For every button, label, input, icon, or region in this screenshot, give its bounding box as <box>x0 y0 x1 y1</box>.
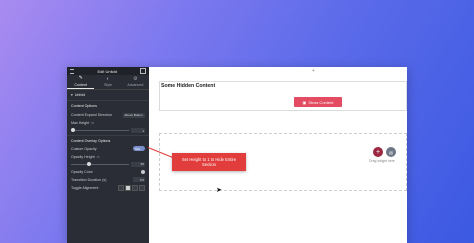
custom-opacity-label: Custom Opacity <box>71 146 97 151</box>
opacity-height-knob[interactable] <box>87 162 92 166</box>
tab-content[interactable]: ✎ Content <box>67 75 95 89</box>
divider <box>67 135 149 136</box>
widgets-grid-icon[interactable] <box>140 68 146 74</box>
max-height-input[interactable]: 1 <box>131 128 145 133</box>
add-widget-icon[interactable]: + <box>373 147 383 157</box>
circle-half-icon: ◐ <box>106 75 110 82</box>
align-group <box>118 184 145 191</box>
menu-icon[interactable] <box>70 68 74 74</box>
folder-icon[interactable]: ▤ <box>386 147 396 157</box>
drag-widget-text: Drag widget here <box>369 159 395 163</box>
toggle-align-label: Toggle Alignment <box>71 185 99 190</box>
opacity-height-input[interactable]: 50 <box>131 161 145 167</box>
expand-direction-row: Content Expand Direction Above Button <box>67 111 149 119</box>
gear-icon: ⚙ <box>133 75 138 82</box>
tooltip-callout: Set Height to 1 to Hide Entire Section <box>172 153 246 171</box>
transition-input[interactable]: 0.5 <box>133 177 145 183</box>
max-height-knob[interactable] <box>71 128 75 133</box>
editor-panel: Edit Unfold ✎ Content ◐ Style ⚙ Advanced… <box>67 67 149 243</box>
max-height-label: Max Height <box>71 121 90 125</box>
opacity-height-row: Opacity Height ▭ <box>67 153 149 161</box>
tab-advanced[interactable]: ⚙ Advanced <box>122 75 149 89</box>
tab-advanced-label: Advanced <box>127 83 144 88</box>
opacity-color-label: Opacity Color <box>71 169 93 174</box>
expand-direction-select[interactable]: Above Button <box>123 112 145 118</box>
show-content-button[interactable]: ▣ Show Content <box>294 97 342 107</box>
show-content-label: Show Content <box>308 99 334 105</box>
tab-content-label: Content <box>74 82 87 87</box>
overlay-options-heading: Content Overlay Options <box>67 137 149 145</box>
max-height-row: Max Height ▭ <box>67 119 149 127</box>
monitor-icon: ▭ <box>91 121 95 125</box>
custom-opacity-toggle[interactable]: YES <box>133 146 145 152</box>
subsection-content-options[interactable]: Content Options <box>67 101 149 111</box>
transition-row: Transition Duration (s) 0.5 <box>67 176 149 184</box>
add-section-icon[interactable]: + <box>312 68 315 74</box>
mouse-cursor-icon: ➤ <box>216 187 222 194</box>
align-center-icon[interactable] <box>125 184 131 191</box>
tab-style-label: Style <box>103 83 112 88</box>
callout-line-2: Section <box>202 162 216 167</box>
opacity-height-label: Opacity Height <box>71 154 95 159</box>
tab-style[interactable]: ◐ Style <box>94 75 121 89</box>
opacity-height-slider-row: 50 <box>67 161 149 168</box>
transition-label: Transition Duration (s) <box>71 177 107 182</box>
caret-down-icon: ▾ <box>71 93 73 97</box>
section-unfold[interactable]: ▾ Unfold <box>67 90 149 101</box>
align-right-icon[interactable] <box>132 184 138 191</box>
opacity-height-slider[interactable] <box>71 162 129 166</box>
opacity-color-row: Opacity Color <box>67 168 149 176</box>
overlay-options-title: Content Overlay Options <box>71 138 111 143</box>
max-height-slider[interactable] <box>71 128 129 133</box>
panel-header: Edit Unfold <box>67 67 149 75</box>
panel-title: Edit Unfold <box>97 68 118 74</box>
align-justify-icon[interactable] <box>139 184 145 191</box>
max-height-slider-row: 1 <box>67 127 149 134</box>
pencil-icon: ✎ <box>78 75 83 82</box>
toggle-align-row: Toggle Alignment <box>67 184 149 192</box>
opacity-color-picker[interactable] <box>141 169 145 174</box>
align-left-icon[interactable] <box>118 184 124 191</box>
monitor-icon: ▭ <box>96 154 100 159</box>
panel-tabs: ✎ Content ◐ Style ⚙ Advanced <box>67 75 149 90</box>
content-heading: Some Hidden Content <box>161 83 216 89</box>
eye-icon: ▣ <box>302 99 307 105</box>
custom-opacity-row: Custom Opacity YES <box>67 145 149 153</box>
expand-direction-label: Content Expand Direction <box>71 113 112 117</box>
section-title: Unfold <box>74 93 86 97</box>
subsection-title: Content Options <box>71 104 97 108</box>
